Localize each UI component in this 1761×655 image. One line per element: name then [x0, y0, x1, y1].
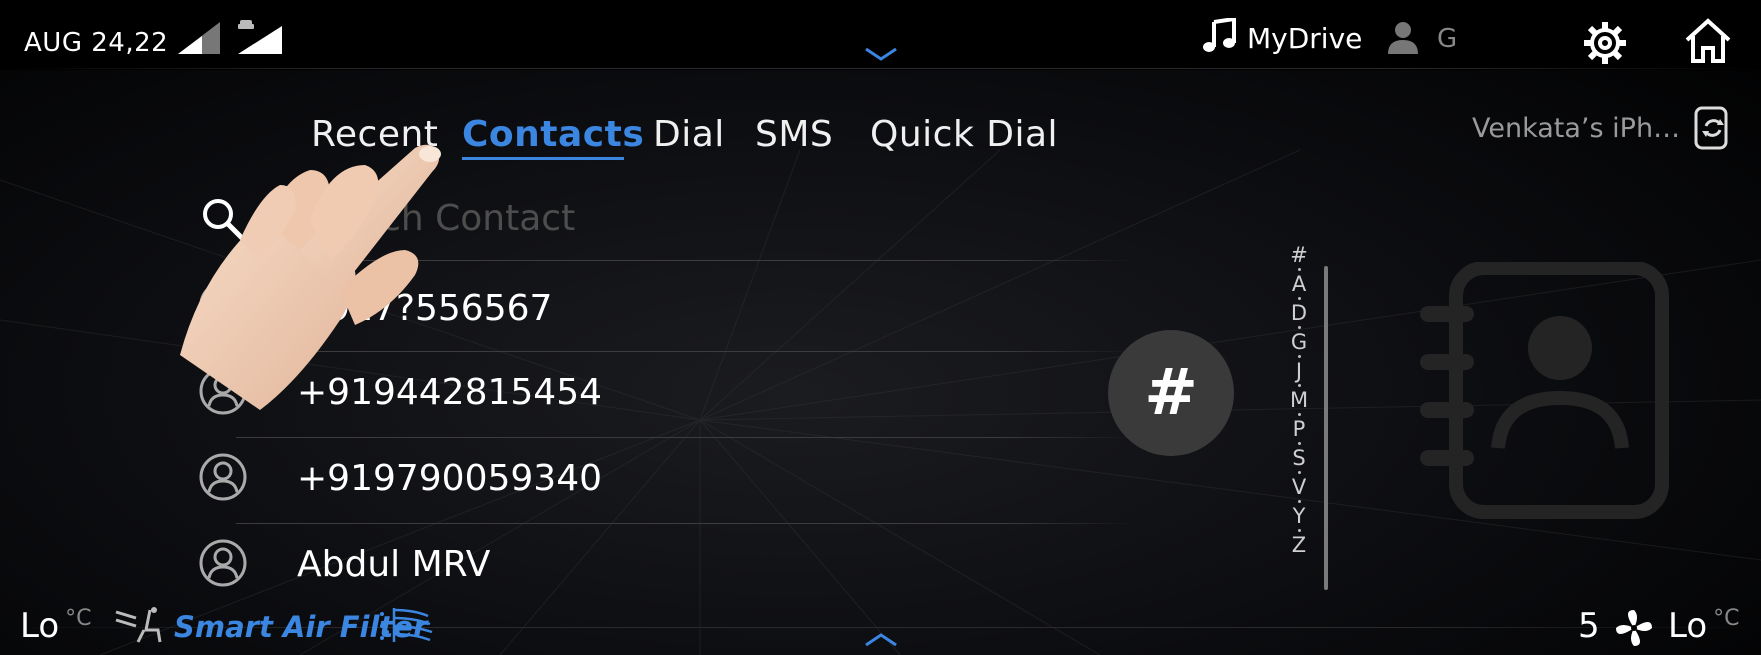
gear-icon[interactable]	[1582, 20, 1628, 66]
tab-active-indicator	[462, 157, 624, 160]
avatar-icon	[199, 453, 247, 501]
music-note-icon	[1203, 18, 1236, 52]
index-letter[interactable]: #	[1288, 244, 1310, 266]
air-filter-icon[interactable]	[378, 604, 434, 648]
index-letter[interactable]: D	[1288, 302, 1310, 324]
alphabet-index[interactable]: # A D G J M P S V Y Z	[1288, 244, 1310, 556]
tab-contacts[interactable]: Contacts	[462, 114, 644, 155]
fan-icon[interactable]	[1614, 608, 1654, 648]
date-text: AUG 24,22	[24, 28, 169, 58]
index-letter[interactable]: A	[1288, 273, 1310, 295]
status-divider	[0, 68, 1761, 69]
connected-device-name[interactable]: Venkata’s iPh…	[1472, 113, 1680, 144]
phone-sync-icon[interactable]	[1693, 106, 1733, 150]
contact-name: Abdul MRV	[297, 544, 491, 585]
index-letter[interactable]: S	[1288, 447, 1310, 469]
index-bubble-letter: #	[1144, 356, 1198, 430]
user-initial[interactable]: G	[1437, 24, 1457, 54]
right-temp-unit: °C	[1713, 606, 1740, 631]
list-divider	[236, 523, 1136, 524]
car-signal-icon	[238, 20, 282, 54]
hand-pointer-icon	[180, 144, 441, 410]
avatar-icon	[199, 539, 247, 587]
seat-airflow-icon[interactable]	[114, 606, 164, 646]
chevron-down-icon[interactable]	[864, 46, 898, 62]
index-letter[interactable]: M	[1288, 389, 1310, 411]
tab-sms[interactable]: SMS	[755, 114, 833, 155]
signal-icon	[178, 22, 220, 54]
tab-quick-dial[interactable]: Quick Dial	[870, 114, 1058, 155]
index-letter[interactable]: Y	[1288, 505, 1310, 527]
fan-speed-value[interactable]: 5	[1578, 606, 1600, 646]
right-temperature[interactable]: Lo °C	[1668, 606, 1740, 646]
index-letter[interactable]: V	[1288, 476, 1310, 498]
media-source-label[interactable]: MyDrive	[1247, 22, 1362, 55]
index-letter[interactable]: Z	[1288, 534, 1310, 556]
contacts-book-icon	[1420, 262, 1669, 519]
infotainment-screen: AUG 24,22 MyDrive G Recent Contacts Dial…	[0, 0, 1761, 655]
scrollbar[interactable]	[1324, 266, 1328, 590]
right-temp-value: Lo	[1668, 606, 1708, 646]
left-temp-value: Lo	[20, 606, 60, 646]
status-bar: AUG 24,22 MyDrive G	[0, 0, 1761, 70]
index-letter[interactable]: J	[1288, 360, 1310, 382]
left-temp-unit: °C	[65, 606, 92, 631]
index-letter[interactable]: P	[1288, 418, 1310, 440]
index-bubble: #	[1108, 330, 1234, 456]
home-icon[interactable]	[1684, 18, 1732, 64]
user-icon[interactable]	[1386, 20, 1420, 54]
chevron-up-icon[interactable]	[864, 632, 898, 648]
list-divider	[236, 437, 1136, 438]
contact-name: +919790059340	[297, 458, 603, 499]
index-letter[interactable]: G	[1288, 331, 1310, 353]
tab-dial[interactable]: Dial	[653, 114, 725, 155]
left-temperature[interactable]: Lo °C	[20, 606, 92, 646]
